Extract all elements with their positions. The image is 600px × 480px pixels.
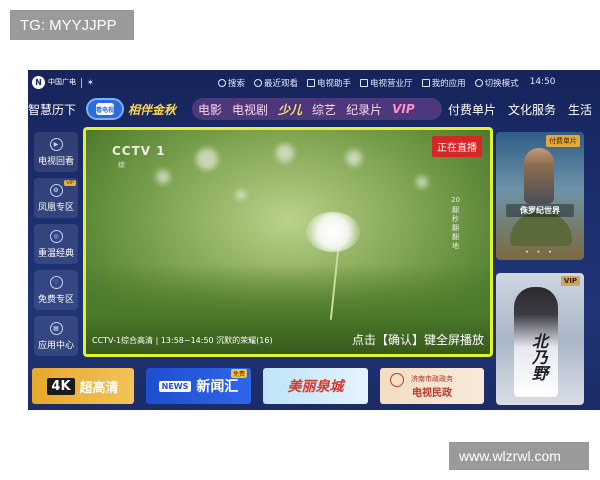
tab-paid-single[interactable]: 付费单片	[448, 101, 496, 118]
bokeh-light	[276, 144, 294, 162]
provider-logo: N 中国广电 ✶	[32, 76, 94, 89]
sidebar-item-phoenix-zone[interactable]: VIP ❂ 凤凰专区	[34, 178, 78, 218]
apps-icon	[421, 79, 430, 87]
my-apps-button[interactable]: 我的应用	[421, 77, 466, 89]
watermark-top-left: TG: MYYJJPP	[10, 10, 134, 40]
overlay-vertical-text: 翻秒翻翻地	[452, 206, 459, 250]
nav-home-label[interactable]: 智慧历下	[28, 101, 76, 118]
bokeh-light	[156, 170, 170, 184]
switch-icon	[474, 79, 483, 87]
vip-badge: VIP	[560, 276, 580, 286]
tile-label: 超高清	[79, 380, 119, 396]
tab-vip[interactable]: VIP	[392, 102, 415, 116]
channel-logo: CCTV 1	[112, 144, 166, 158]
left-sidebar: ▶ 电视回看 VIP ❂ 凤凰专区 ◎ 重温经典 ♡ 免费专区 ▦ 应用中心	[34, 132, 78, 362]
logo-divider	[81, 77, 82, 88]
tv-service-hall-button[interactable]: 电视营业厅	[360, 77, 413, 89]
news-logo-icon: NEWS	[158, 380, 192, 392]
tile-subtitle: 济南市政政务	[411, 374, 453, 383]
phoenix-icon: ❂	[49, 183, 63, 197]
tab-life[interactable]: 生活	[568, 101, 592, 118]
home-icon	[360, 79, 369, 87]
provider-logo-text: 中国广电	[48, 78, 76, 86]
tab-documentary[interactable]: 纪录片	[346, 101, 382, 118]
search-icon	[218, 79, 226, 87]
brand-logo-icon: ✶	[87, 78, 94, 87]
tab-culture-service[interactable]: 文化服务	[508, 101, 556, 118]
tv-screen: N 中国广电 ✶ 搜索 最近观看 电视助手 电视营业厅 我的应用 切换模式 14…	[28, 70, 600, 410]
tile-4k-ultra-hd[interactable]: 4K 超高清	[32, 368, 134, 404]
clock-time: 14:50	[529, 77, 556, 87]
program-info: CCTV-1综合高清 | 13:58~14:50 沉默的荣耀(16)	[92, 336, 273, 345]
tv-icon: 看电视	[96, 103, 114, 115]
nav-right-items: 付费单片 文化服务 生活	[448, 101, 592, 118]
tv-assistant-button[interactable]: 电视助手	[307, 77, 351, 89]
watermark-bottom-right: www.wlzrwl.com	[449, 442, 589, 470]
category-nav: 智慧历下 看电视 相伴金秋 电影 电视剧 少儿 综艺 纪录片 VIP 付费单片 …	[28, 98, 600, 122]
tv-live-button[interactable]: 看电视	[86, 98, 124, 120]
poster-jurassic-world[interactable]: 侏罗纪世界 付费单片 • • •	[496, 132, 584, 260]
paid-single-badge: 付费单片	[546, 135, 580, 147]
poster-title: 北乃野	[529, 333, 548, 381]
poster-vip-drama[interactable]: 北乃野 VIP	[496, 273, 584, 405]
recent-watch-button[interactable]: 最近观看	[254, 77, 298, 89]
film-reel-icon: ◎	[49, 229, 63, 243]
autumn-promo-label[interactable]: 相伴金秋	[128, 101, 176, 118]
poster-character-figure	[524, 148, 554, 204]
free-icon: ♡	[49, 275, 63, 289]
play-icon: ▶	[49, 137, 63, 151]
vip-badge: VIP	[64, 180, 76, 186]
bokeh-light	[346, 150, 362, 166]
sidebar-item-classics[interactable]: ◎ 重温经典	[34, 224, 78, 264]
content-category-pill: 电影 电视剧 少儿 综艺 纪录片 VIP	[192, 98, 442, 120]
tab-tv-series[interactable]: 电视剧	[232, 101, 268, 118]
grid-apps-icon: ▦	[49, 321, 63, 335]
dandelion-puff	[306, 212, 360, 252]
tile-beautiful-quancheng[interactable]: 美丽泉城	[263, 368, 368, 404]
clock-icon	[254, 79, 263, 87]
top-status-bar: N 中国广电 ✶ 搜索 最近观看 电视助手 电视营业厅 我的应用 切换模式 14…	[28, 70, 600, 96]
tab-variety[interactable]: 综艺	[312, 101, 336, 118]
tile-news-hub[interactable]: 免费 NEWS 新闻汇	[146, 368, 251, 404]
sidebar-item-free-zone[interactable]: ♡ 免费专区	[34, 270, 78, 310]
tile-label: 新闻汇	[196, 379, 239, 395]
bokeh-light	[236, 190, 246, 200]
carousel-dots: • • •	[525, 249, 555, 256]
fullscreen-hint: 点击【确认】键全屏播放	[351, 333, 484, 347]
4k-logo-icon: 4K	[47, 377, 75, 395]
channel-logo-sub: 综	[118, 161, 125, 169]
free-badge: 免费	[230, 369, 247, 378]
tab-movies[interactable]: 电影	[198, 101, 222, 118]
provider-logo-icon: N	[32, 76, 45, 89]
civil-affairs-emblem-icon	[390, 373, 404, 387]
overlay-number: 20	[451, 196, 460, 204]
bokeh-light	[196, 148, 218, 170]
tile-tv-civil-affairs[interactable]: 济南市政政务 电视民政	[380, 368, 484, 404]
screenshot-page: TG: MYYJJPP N 中国广电 ✶ 搜索 最近观看 电视助手 电视营业厅 …	[0, 0, 600, 480]
bokeh-light	[416, 176, 428, 188]
live-video-preview[interactable]: CCTV 1 综 正在直播 20 翻秒翻翻地 CCTV-1综合高清 | 13:5…	[83, 127, 493, 357]
tile-label: 电视民政	[412, 387, 452, 399]
search-button[interactable]: 搜索	[218, 77, 245, 89]
tv-icon	[307, 79, 316, 87]
top-actions: 搜索 最近观看 电视助手 电视营业厅 我的应用 切换模式 14:50	[218, 77, 556, 89]
tile-label: 美丽泉城	[287, 379, 344, 395]
poster-dinosaur-figure	[510, 212, 572, 246]
sidebar-item-app-center[interactable]: ▦ 应用中心	[34, 316, 78, 356]
poster-title: 侏罗纪世界	[506, 204, 574, 217]
live-now-badge: 正在直播	[432, 136, 482, 157]
switch-mode-button[interactable]: 切换模式	[474, 77, 519, 89]
sidebar-item-tv-replay[interactable]: ▶ 电视回看	[34, 132, 78, 172]
tab-kids[interactable]: 少儿	[278, 101, 302, 118]
